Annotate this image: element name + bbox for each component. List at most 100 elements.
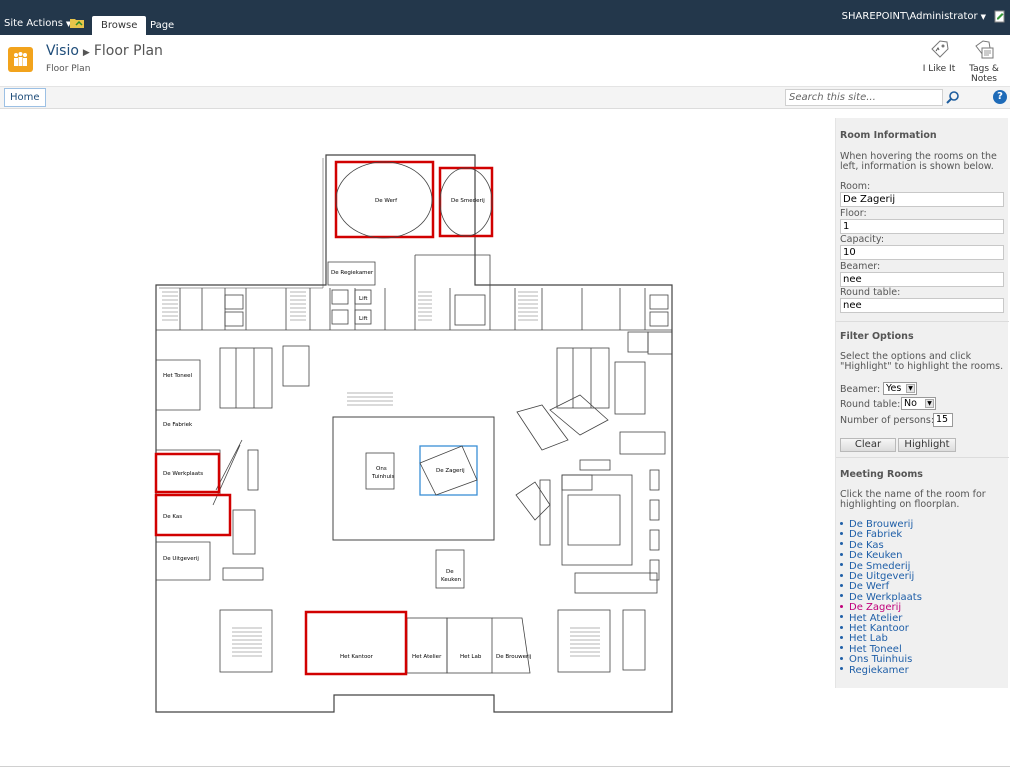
nav-home[interactable]: Home <box>4 88 46 107</box>
beamer-field[interactable]: nee <box>840 272 1004 287</box>
room-label-werkplaats[interactable]: De Werkplaats <box>163 471 203 477</box>
filter-text: Select the options and click "Highlight"… <box>840 352 1003 372</box>
room-field[interactable]: De Zagerij <box>840 192 1004 207</box>
bullet-icon <box>840 604 843 608</box>
title-area: Visio ▶ Floor Plan Floor Plan I Like It Ta… <box>0 35 1010 87</box>
room-label: Room: <box>840 181 871 192</box>
room-label-keuken-line2[interactable]: Keuken <box>441 577 462 583</box>
meeting-room-name: De Kas <box>849 539 884 551</box>
search-input[interactable]: Search this site... <box>785 89 943 106</box>
meeting-room-name: Het Lab <box>849 633 888 645</box>
room-label-kantoor[interactable]: Het Kantoor <box>340 654 374 660</box>
meeting-room-name: De Brouwerij <box>849 519 914 530</box>
tags-notes-button[interactable]: Tags & Notes <box>964 39 1004 84</box>
bullet-icon <box>840 667 843 671</box>
meeting-room-list: De Brouwerij De Fabriek De Kas De Keuken De … <box>840 519 922 676</box>
page-title: Floor Plan <box>93 43 163 59</box>
bullet-icon <box>840 531 843 535</box>
meeting-room-name: De Fabriek <box>849 529 903 541</box>
room-label-keuken-line1[interactable]: De <box>446 569 454 575</box>
tags-notes-label: Tags & Notes <box>969 64 999 84</box>
filter-beamer-select[interactable]: Yes ▼ <box>883 382 917 395</box>
bullet-icon <box>840 594 843 598</box>
meeting-room-name: De Smederij <box>849 560 911 572</box>
floor-plan-diagram[interactable]: De Werf De Smederij De Regiekamer Het To… <box>150 150 680 720</box>
bullet-icon <box>840 563 843 567</box>
filter-round-table-label: Round table: <box>840 399 901 410</box>
meeting-room-name: Het Toneel <box>849 643 902 655</box>
floor-label: Floor: <box>840 208 867 219</box>
filter-beamer-label: Beamer: <box>840 384 881 395</box>
page-subtitle: Floor Plan <box>46 64 91 74</box>
top-navigation: Home Search this site... ? <box>0 87 1010 109</box>
user-menu[interactable]: SHAREPOINT\Administrator ▼ <box>842 11 986 22</box>
meeting-room-name: De Werkplaats <box>849 591 922 603</box>
filter-persons-label: Number of persons: <box>840 415 935 426</box>
room-label-lab[interactable]: Het Lab <box>460 654 482 660</box>
chevron-down-icon: ▼ <box>906 384 915 393</box>
chevron-right-icon: ▶ <box>82 48 90 58</box>
meeting-room-name: Het Kantoor <box>849 623 909 635</box>
filter-heading: Filter Options <box>840 331 914 342</box>
room-label-zagerij[interactable]: De Zagerij <box>436 468 465 474</box>
ribbon-bar: Site Actions ▼ Browse Page SHAREPOINT\Adm… <box>0 0 1010 35</box>
highlight-button[interactable]: Highlight <box>898 438 956 452</box>
bullet-icon <box>840 521 843 525</box>
meeting-room-name: De Keuken <box>849 550 903 562</box>
footer-divider <box>0 766 1010 767</box>
room-label-fabriek[interactable]: De Fabriek <box>163 422 193 428</box>
room-info-heading: Room Information <box>840 130 937 141</box>
tab-browse[interactable]: Browse <box>92 16 147 35</box>
meeting-rooms-text: Click the name of the room for highlight… <box>840 490 986 510</box>
room-label-atelier[interactable]: Het Atelier <box>412 654 442 660</box>
capacity-label: Capacity: <box>840 234 885 245</box>
breadcrumb-visio[interactable]: Visio <box>46 43 79 59</box>
section-divider <box>836 457 1009 458</box>
room-label-tuinhuis-line1[interactable]: Ons <box>376 466 387 472</box>
floor-field[interactable]: 1 <box>840 219 1004 234</box>
room-label-toneel[interactable]: Het Toneel <box>163 373 192 379</box>
section-divider <box>836 321 1009 322</box>
lift-label: Lift <box>359 296 368 302</box>
room-label-smederij[interactable]: De Smederij <box>451 198 485 204</box>
room-label-brouwerij[interactable]: De Brouwerij <box>496 654 532 660</box>
meeting-room-link[interactable]: Regiekamer <box>840 665 922 676</box>
round-table-label: Round table: <box>840 287 901 298</box>
tab-page[interactable]: Page <box>141 16 183 35</box>
search-icon[interactable] <box>945 90 961 105</box>
i-like-it-button[interactable]: I Like It <box>919 39 959 74</box>
capacity-field[interactable]: 10 <box>840 245 1004 260</box>
room-info-text: When hovering the rooms on the left, inf… <box>840 152 997 172</box>
edit-page-icon[interactable] <box>994 10 1006 23</box>
room-side-panel: Room Information When hovering the rooms… <box>835 118 1009 688</box>
bullet-icon <box>840 646 843 650</box>
bullet-icon <box>840 583 843 587</box>
site-actions-menu[interactable]: Site Actions ▼ <box>4 18 71 29</box>
meeting-room-name: Het Atelier <box>849 612 903 624</box>
room-label-kas[interactable]: De Kas <box>163 514 182 520</box>
round-table-field[interactable]: nee <box>840 298 1004 313</box>
chevron-down-icon: ▼ <box>980 13 986 21</box>
clear-button[interactable]: Clear <box>840 438 896 452</box>
site-logo[interactable] <box>8 47 33 72</box>
meeting-room-name: De Zagerij <box>849 602 902 614</box>
navigate-up-icon[interactable] <box>70 17 84 28</box>
room-label-tuinhuis-line2[interactable]: Tuinhuis <box>371 474 395 480</box>
meeting-room-name: Ons Tuinhuis <box>849 654 913 666</box>
room-label-werf[interactable]: De Werf <box>375 198 398 204</box>
help-icon[interactable]: ? <box>993 90 1007 104</box>
bullet-icon <box>840 542 843 546</box>
i-like-it-label: I Like It <box>922 64 956 74</box>
filter-round-table-select[interactable]: No ▼ <box>901 397 936 410</box>
room-label-uitgeverij[interactable]: De Uitgeverij <box>163 556 199 562</box>
like-tag-icon <box>931 40 949 58</box>
room-label-regiekamer[interactable]: De Regiekamer <box>331 270 374 276</box>
bullet-icon <box>840 625 843 629</box>
meeting-room-name: De Uitgeverij <box>849 571 915 583</box>
breadcrumb: Visio ▶ Floor Plan <box>46 43 163 59</box>
bullet-icon <box>840 615 843 619</box>
filter-persons-input[interactable]: 15 <box>933 413 953 427</box>
lift-label: Lift <box>359 316 368 322</box>
filter-beamer-value: Yes <box>886 383 902 394</box>
beamer-label: Beamer: <box>840 261 881 272</box>
